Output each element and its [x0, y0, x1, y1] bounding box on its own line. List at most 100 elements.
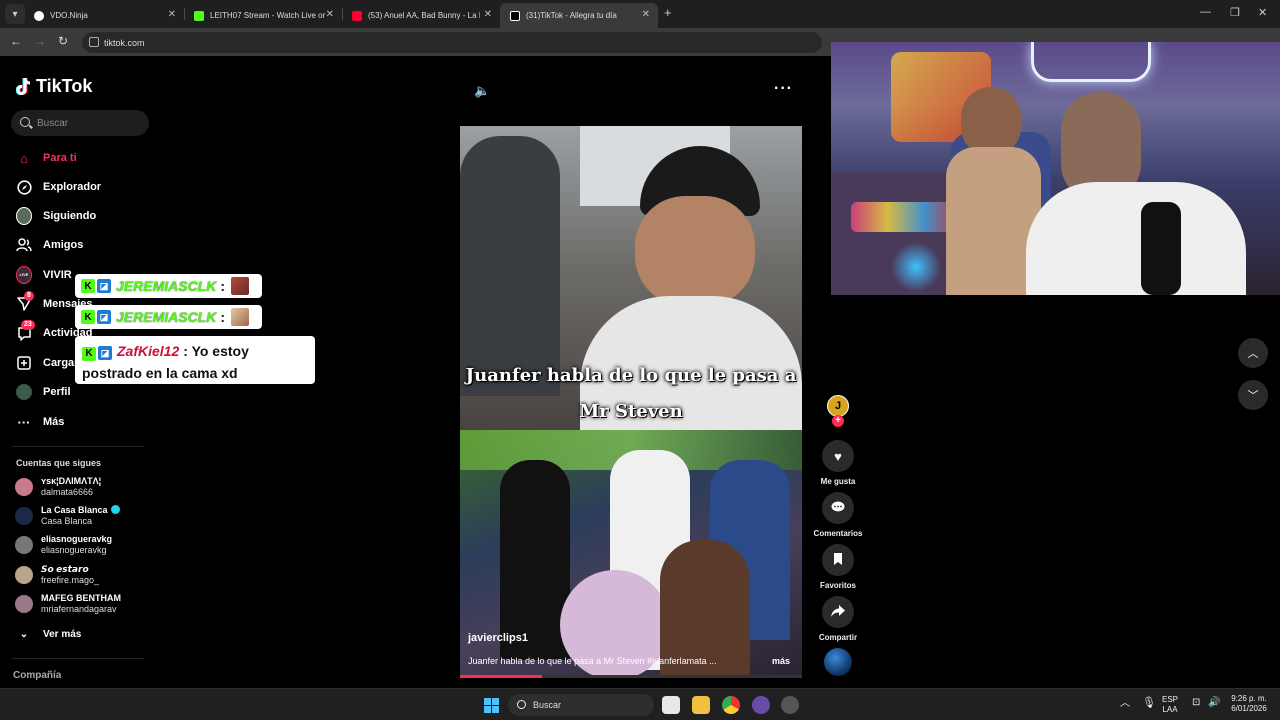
search-icon — [20, 117, 30, 127]
live-icon: LIVE — [16, 266, 32, 284]
progress-fill — [460, 675, 543, 678]
avatar — [15, 536, 33, 554]
browser-tab-bar: ▾ VDO.Ninja ✕ LEITH07 Stream - Watch Liv… — [0, 0, 1280, 28]
lang-code: ESP — [1162, 695, 1179, 704]
chat-separator: : — [220, 278, 226, 294]
close-tab-icon[interactable]: ✕ — [168, 9, 176, 20]
like-button[interactable]: ♥ — [822, 440, 854, 472]
neon-light — [1031, 42, 1151, 82]
account-username: eliasnogueravkg — [41, 545, 107, 555]
volume-icon[interactable]: 🔈 — [474, 83, 490, 99]
language-indicator[interactable]: ESP LAA — [1162, 695, 1178, 715]
close-tab-icon[interactable]: ✕ — [484, 9, 492, 20]
nav-following[interactable]: Siguiendo — [16, 206, 96, 226]
chat-username: JEREMIASCLK — [116, 309, 217, 325]
following-account[interactable]: 𝙎𝙤 𝙚𝙨𝙩𝙖𝙧𝙤 freefire.mago_ — [15, 564, 99, 586]
tab-title: (31)TikTok - Allegra tu día — [526, 11, 617, 20]
obs-icon[interactable] — [752, 696, 770, 714]
messages-icon: 8 — [16, 291, 34, 312]
file-explorer-icon[interactable] — [692, 696, 710, 714]
favorites-button[interactable] — [822, 544, 854, 576]
comments-button[interactable] — [822, 492, 854, 524]
tiktok-logo[interactable]: TikTok — [15, 76, 92, 97]
share-button[interactable] — [822, 596, 854, 628]
following-account[interactable]: MAFEG BENTHAM mriafernandagarav — [15, 593, 121, 615]
chat-message: K ◪ ZafKiel12: Yo estoy postrado en la cam… — [75, 336, 315, 384]
tab-vdo-ninja[interactable]: VDO.Ninja ✕ — [24, 3, 184, 28]
account-username: freefire.mago_ — [41, 575, 100, 585]
compass-icon — [16, 179, 32, 195]
close-window-icon[interactable]: ✕ — [1258, 6, 1267, 19]
following-account[interactable]: ʏsᴋ¦DΛIMΛTΛ¦ dalmata6666 — [15, 476, 101, 498]
app-icon[interactable] — [781, 696, 799, 714]
webcam-overlay — [831, 42, 1280, 295]
minimize-icon[interactable]: — — [1200, 6, 1211, 18]
site-info-icon[interactable] — [89, 37, 99, 47]
new-tab-button[interactable]: + — [664, 5, 672, 20]
account-name: La Casa Blanca — [41, 505, 108, 515]
taskbar-search[interactable]: Buscar — [508, 694, 654, 716]
video-author[interactable]: javierclips1 — [468, 632, 528, 644]
network-icon[interactable]: ⊡ — [1192, 698, 1200, 708]
nav-upload[interactable]: Cargar — [16, 353, 78, 373]
nav-label: Más — [43, 416, 65, 428]
tab-youtube[interactable]: (53) Anuel AA, Bad Bunny - La I ✕ — [342, 3, 500, 28]
store-icon[interactable] — [662, 696, 680, 714]
close-tab-icon[interactable]: ✕ — [326, 9, 334, 20]
sub-badge-icon: ◪ — [97, 310, 111, 324]
previous-video-button[interactable]: ︿ — [1238, 338, 1268, 368]
chrome-icon[interactable] — [722, 696, 740, 714]
tab-title: LEITH07 Stream - Watch Live or — [210, 11, 326, 20]
lang-region: LAA — [1162, 705, 1178, 714]
clock[interactable]: 9:26 p. m. 6/01/2026 — [1226, 694, 1272, 714]
search-input[interactable]: Buscar — [11, 110, 149, 136]
more-options-icon[interactable]: ··· — [774, 80, 793, 98]
tray-chevron-icon[interactable]: ︿ — [1120, 699, 1130, 709]
company-link[interactable]: Compañía — [13, 670, 61, 681]
account-username: Casa Blanca — [41, 516, 93, 526]
see-more-button[interactable]: ⌄ Ver más — [16, 624, 82, 644]
nav-friends[interactable]: Amigos — [16, 235, 83, 255]
nav-explore[interactable]: Explorador — [16, 177, 101, 197]
creator-avatar[interactable]: J — [827, 395, 849, 417]
favorites-label: Favoritos — [819, 581, 856, 590]
chevron-down-icon: ﹀ — [1247, 390, 1259, 402]
more-icon: ··· — [17, 414, 31, 430]
follow-plus-icon[interactable]: + — [832, 415, 844, 427]
forward-arrow-icon[interactable]: → — [34, 34, 46, 48]
back-arrow-icon[interactable]: ← — [10, 34, 22, 48]
tab-search-button[interactable]: ▾ — [5, 4, 25, 24]
following-account[interactable]: La Casa Blanca Casa Blanca — [15, 505, 120, 527]
nav-more[interactable]: ··· Más — [16, 412, 65, 432]
kick-badge-icon: K — [81, 310, 95, 324]
tiktok-note-icon — [15, 77, 32, 97]
heart-icon: ♥ — [834, 448, 842, 464]
activity-badge: 23 — [21, 320, 35, 330]
video-progress-bar[interactable] — [460, 675, 802, 678]
chevron-down-icon: ⌄ — [19, 628, 29, 640]
sidebar-divider — [12, 658, 144, 659]
music-disc-icon[interactable] — [824, 648, 852, 676]
address-bar[interactable]: tiktok.com — [82, 32, 822, 53]
anime-figures — [851, 202, 961, 232]
next-video-button[interactable]: ﹀ — [1238, 380, 1268, 410]
nav-for-you[interactable]: ⌂ Para ti — [16, 148, 77, 168]
face — [635, 196, 755, 306]
restore-icon[interactable]: ❐ — [1230, 6, 1240, 19]
emote-icon — [231, 277, 250, 295]
description-more-link[interactable]: más — [772, 656, 790, 666]
avatar — [15, 478, 33, 496]
microphone-icon[interactable]: 🎙 — [1142, 698, 1156, 709]
kick-badge-icon: K — [82, 347, 96, 361]
speaker-icon[interactable]: 🔊 — [1208, 698, 1220, 708]
windows-start-icon[interactable] — [484, 698, 499, 713]
home-icon: ⌂ — [20, 150, 28, 166]
nav-label: VIVIR — [43, 269, 72, 281]
nav-profile[interactable]: Perfil — [16, 382, 71, 402]
reload-icon[interactable]: ↻ — [58, 34, 68, 48]
following-account[interactable]: eliasnogueravkg eliasnogueravkg — [15, 534, 112, 556]
close-tab-icon[interactable]: ✕ — [642, 9, 650, 20]
tab-kick-stream[interactable]: LEITH07 Stream - Watch Live or ✕ — [184, 3, 342, 28]
tab-tiktok[interactable]: (31)TikTok - Allegra tu día ✕ — [500, 3, 658, 28]
nav-live[interactable]: LIVE VIVIR — [16, 265, 72, 285]
